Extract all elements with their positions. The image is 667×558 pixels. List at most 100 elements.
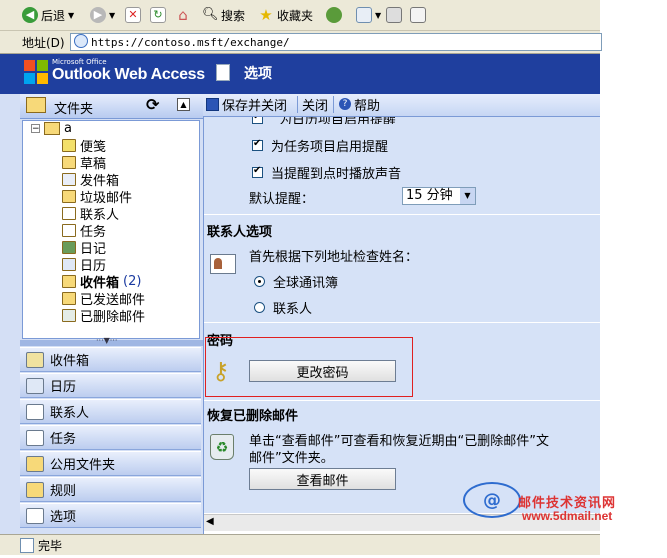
nav-button[interactable]: 任务 [20, 425, 201, 450]
contacts-icon [26, 403, 44, 420]
rules-icon [26, 481, 44, 498]
forward-button[interactable]: ▶ ▼ [90, 5, 115, 25]
folder-item[interactable]: 发件箱 [62, 171, 119, 189]
edit-button[interactable] [410, 5, 426, 25]
address-label: 地址(D) [22, 36, 65, 50]
inbox-icon [62, 274, 76, 288]
public-folders-icon [26, 455, 44, 472]
home-icon: ⌂ [178, 6, 188, 24]
folder-item[interactable]: 任务 [62, 222, 106, 240]
chevron-down-icon: ▼ [460, 188, 475, 204]
nav-label: 收件箱 [50, 354, 90, 369]
nav-label: 联系人 [50, 406, 90, 421]
folder-item[interactable]: 收件箱 (2) [62, 273, 142, 291]
folder-item[interactable]: 联系人 [62, 205, 119, 223]
save-icon [206, 97, 219, 111]
task-reminder-label: 为任务项目启用提醒 [271, 140, 389, 155]
unread-count: (2) [123, 273, 142, 289]
nav-label: 规则 [50, 484, 77, 499]
contacts-row: 联系人 [254, 298, 312, 317]
contacts-radio[interactable] [254, 302, 265, 313]
home-button[interactable]: ⌂ [175, 5, 191, 25]
search-label: 搜索 [221, 8, 246, 23]
chevron-down-icon: ▼ [68, 10, 75, 20]
owa-brand-small: Microsoft Office [52, 58, 107, 66]
close-button[interactable]: 关闭 [302, 94, 328, 114]
refresh-button[interactable]: ↻ [150, 5, 166, 25]
folder-item[interactable]: 便笺 [62, 137, 106, 155]
outbox-icon [62, 172, 76, 186]
status-text: 完毕 [38, 539, 63, 553]
search-button[interactable]: 🔍︎ 搜索 [202, 5, 245, 25]
stop-button[interactable]: ✕ [125, 5, 141, 25]
task-reminder-checkbox[interactable] [252, 138, 263, 151]
pane-splitter[interactable]: ···▼··· [20, 336, 203, 346]
refresh-folders-icon[interactable]: ⟳ [146, 95, 159, 114]
check-names-label: 首先根据下列地址检查姓名： [249, 250, 419, 265]
toolbar-divider [333, 96, 334, 113]
mail-button[interactable]: ▼ [356, 5, 381, 25]
printer-icon [386, 7, 402, 23]
section-divider [204, 214, 600, 215]
media-icon [326, 7, 342, 23]
scroll-left-icon[interactable]: ◀ [206, 516, 214, 527]
folder-item[interactable]: 垃圾邮件 [62, 188, 132, 206]
folder-item[interactable]: 草稿 [62, 154, 106, 172]
collapse-pane-icon[interactable]: ▲ [177, 98, 190, 111]
browser-toolbar: ◀ 后退 ▼ ▶ ▼ ✕ ↻ ⌂ 🔍︎ 搜索 ★ 收藏夹 ▼ [0, 0, 600, 31]
media-button[interactable] [326, 5, 342, 25]
close-label: 关闭 [302, 98, 329, 114]
folders-title: 文件夹 [54, 102, 94, 117]
options-icon [26, 507, 44, 524]
help-label: 帮助 [354, 98, 381, 114]
view-items-button[interactable]: 查看邮件 [249, 468, 396, 490]
inbox-icon [26, 351, 44, 368]
nav-button[interactable]: 规则 [20, 477, 201, 502]
folder-item[interactable]: 日记 [62, 239, 106, 257]
nav-button[interactable]: 公用文件夹 [20, 451, 201, 476]
tasks-icon [62, 223, 76, 237]
sound-reminder-checkbox[interactable] [252, 165, 263, 178]
address-url: https://contoso.msft/exchange/ [91, 36, 290, 49]
save-close-label: 保存并关闭 [222, 98, 288, 114]
mailbox-root[interactable]: a [64, 121, 72, 136]
contact-person-icon [214, 258, 222, 269]
folder-item[interactable]: 已发送邮件 [62, 290, 145, 308]
back-label: 后退 [41, 8, 66, 23]
recover-desc-2: 邮件”文件夹。 [249, 451, 334, 466]
print-button[interactable] [386, 5, 402, 25]
address-input[interactable]: https://contoso.msft/exchange/ [70, 33, 602, 51]
tree-collapse-icon[interactable]: − [31, 124, 40, 134]
sent-items-icon [62, 291, 76, 305]
contacts-label: 联系人 [273, 302, 313, 317]
folder-item[interactable]: 日历 [62, 256, 106, 274]
calendar-icon [62, 257, 76, 271]
sound-reminder-row: 当提醒到点时播放声音 [252, 163, 401, 182]
office-logo-icon [24, 60, 48, 84]
help-button[interactable]: ? 帮助 [339, 94, 380, 114]
default-reminder-label: 默认提醒： [249, 192, 315, 207]
favorites-button[interactable]: ★ 收藏夹 [258, 5, 313, 25]
nav-button[interactable]: 收件箱 [20, 347, 201, 372]
check-names-row: 首先根据下列地址检查姓名： [249, 246, 418, 265]
nav-button[interactable]: 日历 [20, 373, 201, 398]
journal-icon [62, 240, 76, 254]
search-icon: 🔍︎ [202, 7, 219, 22]
help-icon: ? [339, 98, 351, 110]
section-divider [204, 322, 600, 323]
nav-button[interactable]: 联系人 [20, 399, 201, 424]
calendar-icon [26, 377, 44, 394]
note-icon [62, 138, 76, 152]
address-bar: 地址(D) https://contoso.msft/exchange/ [0, 31, 602, 54]
back-button[interactable]: ◀ 后退 ▼ [22, 5, 74, 25]
gal-radio[interactable] [254, 276, 265, 287]
stop-icon: ✕ [125, 7, 141, 23]
folder-item[interactable]: 已删除邮件 [62, 307, 145, 325]
save-close-button[interactable]: 保存并关闭 [206, 94, 287, 114]
default-reminder-select[interactable]: 15 分钟 ▼ [402, 187, 476, 205]
forward-arrow-icon: ▶ [90, 7, 106, 23]
nav-button[interactable]: 选项 [20, 503, 201, 528]
task-reminder-row: 为任务项目启用提醒 [252, 136, 388, 155]
refresh-icon: ↻ [150, 7, 166, 23]
gal-row: 全球通讯簿 [254, 272, 338, 291]
